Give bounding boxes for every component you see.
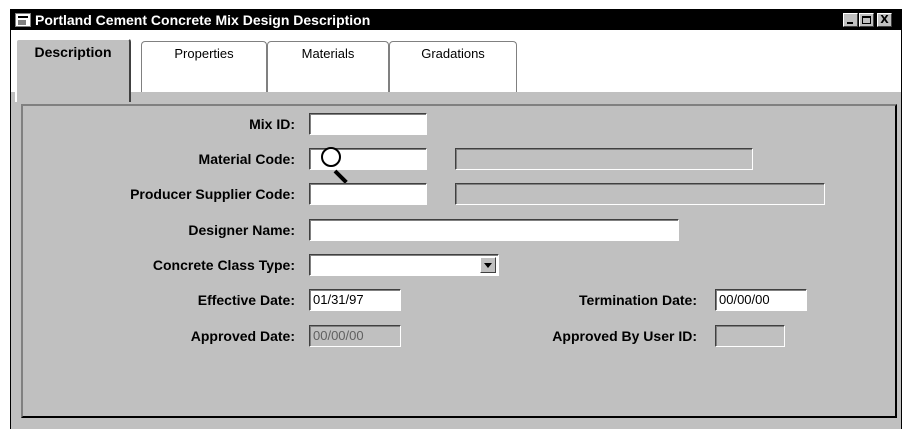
mix-design-window: Portland Cement Concrete Mix Design Desc… bbox=[10, 9, 902, 429]
producer-supplier-description-field bbox=[455, 183, 825, 205]
minimize-button[interactable] bbox=[843, 13, 858, 27]
title-bar[interactable]: Portland Cement Concrete Mix Design Desc… bbox=[11, 10, 901, 30]
close-icon: X bbox=[880, 13, 889, 26]
termination-date-field[interactable]: 00/00/00 bbox=[715, 289, 807, 311]
tab-label: Gradations bbox=[421, 46, 485, 61]
material-code-field[interactable] bbox=[309, 147, 427, 184]
tab-strip: Description Properties Materials Gradati… bbox=[11, 30, 901, 102]
maximize-button[interactable] bbox=[859, 13, 874, 27]
designer-name-label: Designer Name: bbox=[188, 222, 295, 238]
app-icon[interactable] bbox=[15, 13, 31, 27]
dropdown-arrow-icon[interactable] bbox=[480, 257, 496, 273]
window-title: Portland Cement Concrete Mix Design Desc… bbox=[35, 12, 371, 28]
concrete-class-type-label: Concrete Class Type: bbox=[152, 257, 295, 273]
approved-by-user-id-field bbox=[715, 325, 785, 347]
description-panel: Mix ID: Material Code: Producer Supplier… bbox=[11, 92, 901, 429]
producer-supplier-code-label: Producer Supplier Code: bbox=[130, 186, 295, 202]
material-description-field bbox=[455, 148, 753, 170]
tab-gradations[interactable]: Gradations bbox=[389, 41, 517, 97]
tab-properties[interactable]: Properties bbox=[141, 41, 267, 97]
effective-date-field[interactable]: 01/31/97 bbox=[309, 289, 401, 311]
magnifier-icon[interactable] bbox=[319, 147, 353, 184]
close-button[interactable]: X bbox=[877, 13, 892, 27]
mix-id-label: Mix ID: bbox=[249, 116, 295, 132]
material-code-label: Material Code: bbox=[198, 151, 295, 167]
maximize-icon bbox=[862, 16, 871, 24]
termination-date-label: Termination Date: bbox=[579, 292, 697, 308]
tab-label: Materials bbox=[301, 46, 355, 61]
tab-materials[interactable]: Materials bbox=[267, 41, 389, 97]
tab-label: Properties bbox=[174, 46, 234, 61]
approved-by-user-id-label: Approved By User ID: bbox=[552, 328, 697, 344]
approved-date-field: 00/00/00 bbox=[309, 325, 401, 347]
designer-name-field[interactable] bbox=[309, 219, 679, 241]
minimize-icon bbox=[847, 22, 853, 24]
concrete-class-type-select[interactable] bbox=[309, 254, 499, 276]
tab-label: Description bbox=[34, 44, 112, 60]
producer-supplier-code-field[interactable] bbox=[309, 183, 427, 205]
effective-date-label: Effective Date: bbox=[197, 292, 295, 308]
mix-id-field[interactable] bbox=[309, 113, 427, 135]
approved-date-label: Approved Date: bbox=[190, 328, 295, 344]
tab-description[interactable]: Description bbox=[15, 38, 131, 102]
